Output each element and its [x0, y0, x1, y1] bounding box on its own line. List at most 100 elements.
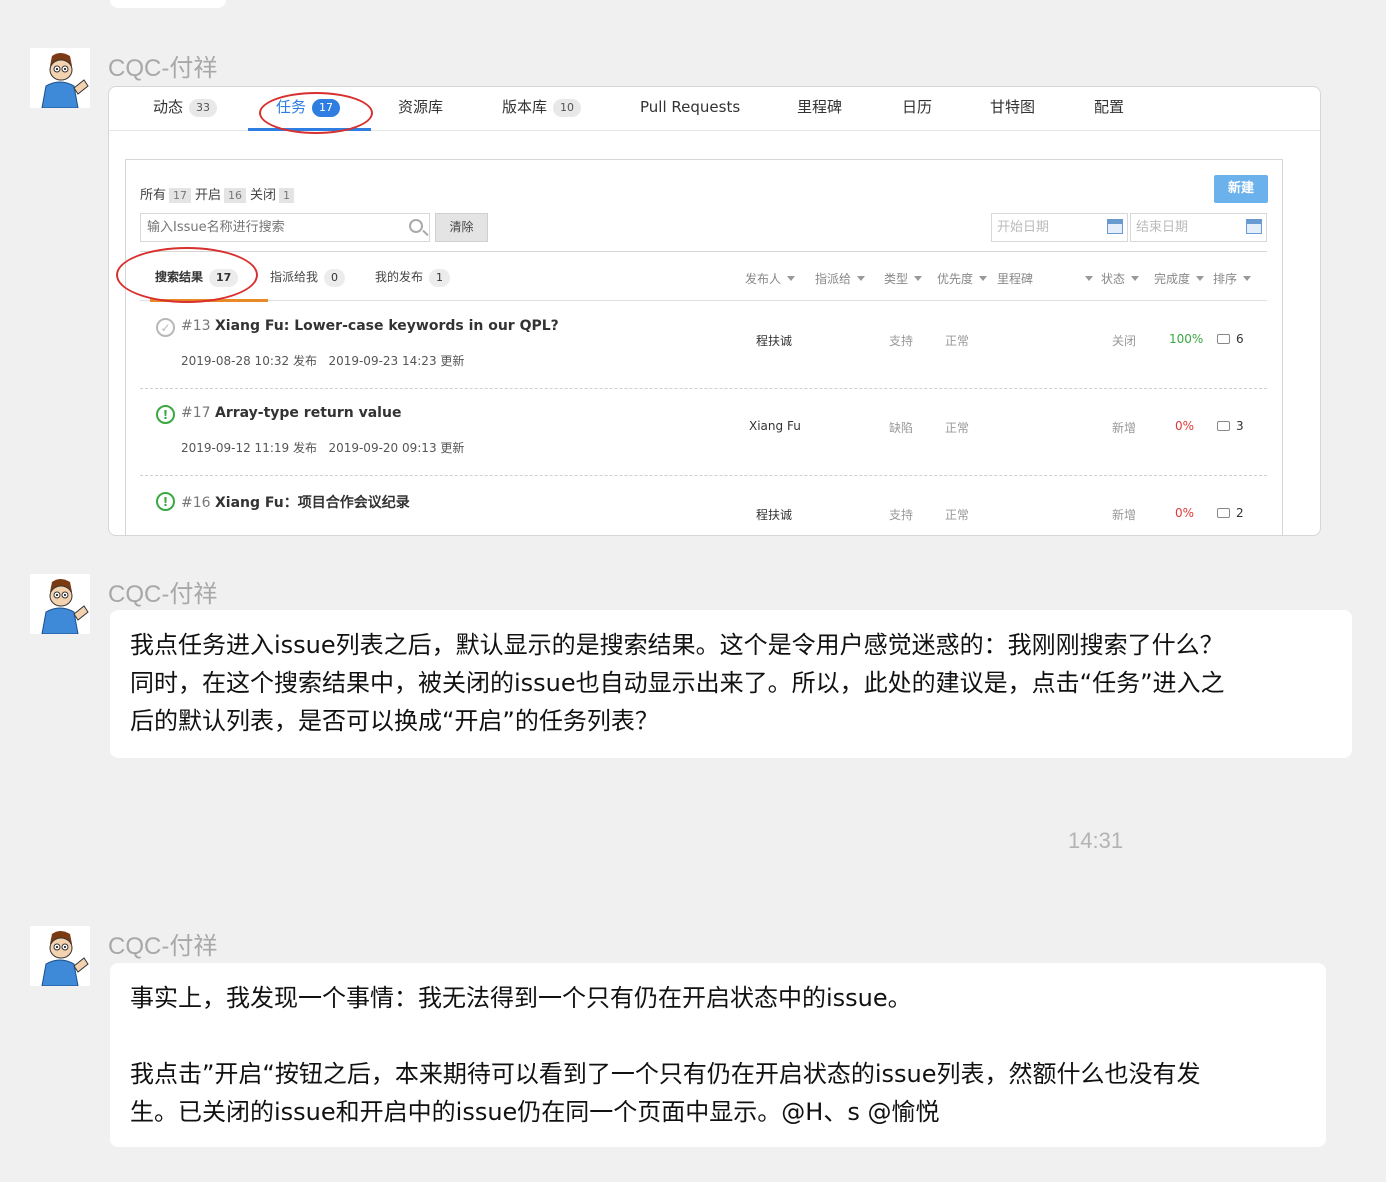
- tab-label: Pull Requests: [640, 98, 741, 116]
- filter-open[interactable]: 开启 16: [195, 188, 250, 203]
- calendar-icon[interactable]: [1246, 219, 1262, 234]
- message-line: 我点击”开启“按钮之后，本来期待可以看到了一个只有仍在开启状态的issue列表，…: [130, 1060, 1201, 1088]
- issue-meta: 2019-08-28 10:32 发布 2019-09-23 14:23 更新: [181, 354, 465, 368]
- sender-name: CQC-付祥: [108, 581, 218, 608]
- comment-icon: [1217, 334, 1230, 344]
- search-icon[interactable]: [409, 219, 423, 233]
- comment-icon: [1217, 508, 1230, 518]
- sender-name: CQC-付祥: [108, 55, 218, 82]
- message-bubble[interactable]: 我点任务进入issue列表之后，默认显示的是搜索结果。这个是令用户感觉迷惑的：我…: [110, 610, 1352, 758]
- filter-all[interactable]: 所有 17: [140, 188, 195, 203]
- tab-count: 33: [189, 99, 218, 117]
- search-input[interactable]: [141, 214, 396, 241]
- subtab-assigned-to-me[interactable]: 指派给我 0: [270, 268, 346, 287]
- tab-gantt[interactable]: 甘特图: [990, 96, 1035, 122]
- chevron-down-icon: [787, 276, 796, 281]
- message-line: 生。已关闭的issue和开启中的issue仍在同一个页面中显示。@H、s @愉悦: [130, 1098, 940, 1126]
- issue-title[interactable]: #16 Xiang Fu：项目合作会议纪录: [181, 492, 410, 512]
- issue-progress: 0%: [1175, 419, 1195, 433]
- issue-type: 缺陷: [889, 421, 914, 435]
- issue-state: 新增: [1112, 421, 1137, 435]
- issue-author: Xiang Fu: [749, 419, 801, 433]
- end-date-placeholder: 结束日期: [1136, 220, 1189, 235]
- message-bubble[interactable]: 事实上，我发现一个事情：我无法得到一个只有仍在开启状态中的issue。 我点击”…: [110, 963, 1326, 1147]
- annotation-circle: [116, 247, 258, 303]
- issue-comments[interactable]: 6: [1217, 332, 1244, 346]
- tab-calendar[interactable]: 日历: [902, 96, 932, 122]
- column-progress[interactable]: 完成度: [1154, 270, 1205, 287]
- column-assignee[interactable]: 指派给: [815, 270, 866, 287]
- issue-meta: 2019-09-12 11:19 发布 2019-09-20 09:13 更新: [181, 441, 465, 455]
- filter-closed[interactable]: 关闭 1: [250, 188, 298, 203]
- new-issue-button[interactable]: 新建: [1214, 175, 1268, 203]
- column-sort[interactable]: 排序: [1213, 270, 1252, 287]
- issue-search: [140, 213, 430, 242]
- issue-title[interactable]: #13 Xiang Fu: Lower-case keywords in our…: [181, 318, 559, 334]
- issue-priority: 正常: [945, 421, 970, 435]
- message-line: 同时，在这个搜索结果中，被关闭的issue也自动显示出来了。所以，此处的建议是，…: [130, 669, 1225, 697]
- message-line: 事实上，我发现一个事情：我无法得到一个只有仍在开启状态中的issue。: [130, 984, 912, 1012]
- clear-button[interactable]: 清除: [435, 213, 488, 242]
- tab-milestones[interactable]: 里程碑: [797, 96, 842, 122]
- avatar[interactable]: [30, 48, 90, 108]
- open-issue-icon: !: [156, 405, 175, 424]
- annotation-circle: [259, 92, 373, 134]
- tab-settings[interactable]: 配置: [1094, 96, 1124, 122]
- tab-label: 动态: [153, 98, 184, 116]
- column-type[interactable]: 类型: [884, 270, 923, 287]
- sender-name: CQC-付祥: [108, 933, 218, 960]
- timestamp: 14:31: [1068, 828, 1124, 853]
- issue-progress: 100%: [1169, 332, 1204, 346]
- tab-count: 10: [553, 99, 582, 117]
- tab-label: 资源库: [398, 98, 444, 116]
- issue-title[interactable]: #17 Array-type return value: [181, 405, 401, 421]
- issue-author: 程扶诚: [756, 508, 793, 522]
- chevron-down-icon: [1243, 276, 1252, 281]
- issue-progress: 0%: [1175, 506, 1195, 520]
- issue-author: 程扶诚: [756, 334, 793, 348]
- chevron-down-icon: [1085, 276, 1094, 281]
- issue-state: 关闭: [1112, 334, 1137, 348]
- avatar[interactable]: [30, 574, 90, 634]
- tab-label: 甘特图: [990, 98, 1036, 116]
- issue-type: 支持: [889, 508, 914, 522]
- tab-dynamic[interactable]: 动态 33: [153, 96, 218, 122]
- issue-comments[interactable]: 2: [1217, 506, 1244, 520]
- table-row[interactable]: ✓ #13 Xiang Fu: Lower-case keywords in o…: [140, 302, 1267, 389]
- issue-panel: 所有17开启16关闭1 新建 清除 开始日期 结束日期 搜索结果17 指派给我0…: [125, 159, 1283, 535]
- table-row[interactable]: ! #16 Xiang Fu：项目合作会议纪录 程扶诚 支持 正常 新增 0% …: [140, 476, 1267, 535]
- column-priority[interactable]: 优先度: [937, 270, 988, 287]
- calendar-icon[interactable]: [1107, 219, 1123, 234]
- status-filter: 所有 17 开启 16 关闭 1: [140, 184, 298, 203]
- tab-label: 配置: [1094, 98, 1125, 116]
- chevron-down-icon: [857, 276, 866, 281]
- tab-repository[interactable]: 资源库: [398, 96, 443, 122]
- issue-priority: 正常: [945, 508, 970, 522]
- tab-pull-requests[interactable]: Pull Requests: [640, 96, 740, 122]
- start-date-placeholder: 开始日期: [997, 220, 1050, 235]
- column-author[interactable]: 发布人: [745, 270, 796, 287]
- issue-state: 新增: [1112, 508, 1137, 522]
- start-date-field[interactable]: 开始日期: [991, 213, 1128, 242]
- issue-subtab-bar: 搜索结果 17 指派给我 0 我的发布 1 发布人 指派给 类型 优先度 里程碑 状态…: [140, 251, 1267, 302]
- avatar-cartoon-icon: [30, 574, 90, 634]
- message-line: 我点任务进入issue列表之后，默认显示的是搜索结果。这个是令用户感觉迷惑的：我…: [130, 631, 1224, 659]
- tab-versions[interactable]: 版本库 10: [502, 96, 582, 122]
- tab-label: 里程碑: [797, 98, 843, 116]
- comment-icon: [1217, 421, 1230, 431]
- table-row[interactable]: ! #17 Array-type return value 2019-09-12…: [140, 389, 1267, 476]
- avatar-cartoon-icon: [30, 48, 90, 108]
- chevron-down-icon: [979, 276, 988, 281]
- chevron-down-icon: [1131, 276, 1140, 281]
- chevron-down-icon: [1196, 276, 1205, 281]
- screenshot-image[interactable]: 动态 33 任务 17 资源库 版本库 10 Pull Requests 里程碑 日历…: [108, 86, 1321, 536]
- column-state[interactable]: 状态: [1101, 270, 1140, 287]
- chevron-down-icon: [914, 276, 923, 281]
- end-date-field[interactable]: 结束日期: [1130, 213, 1267, 242]
- subtab-my-posts[interactable]: 我的发布 1: [375, 268, 451, 287]
- avatar[interactable]: [30, 926, 90, 986]
- previous-message-bubble: [110, 0, 226, 8]
- issue-comments[interactable]: 3: [1217, 419, 1244, 433]
- column-milestone[interactable]: 里程碑: [997, 270, 1094, 287]
- open-issue-icon: !: [156, 492, 175, 511]
